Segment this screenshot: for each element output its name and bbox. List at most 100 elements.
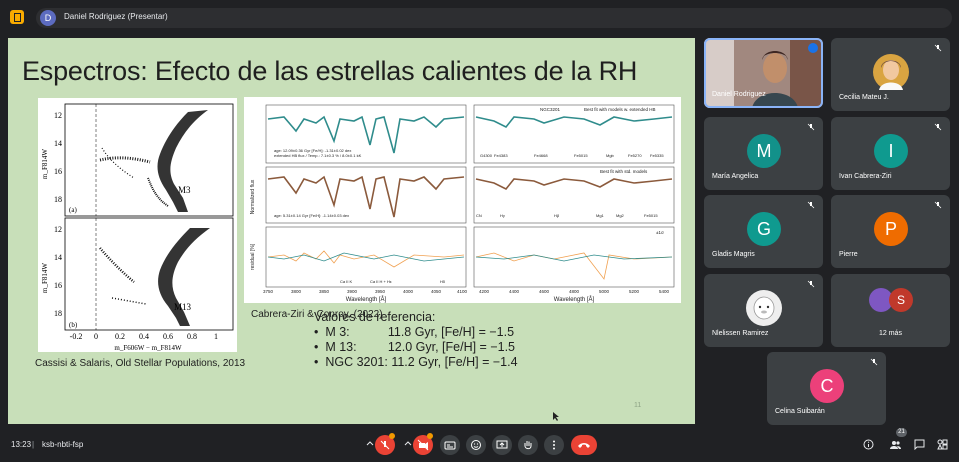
- y-tick: 16: [54, 281, 62, 290]
- camera-options-chevron-icon[interactable]: [404, 440, 412, 448]
- more-participants-label: 12 más: [879, 330, 902, 337]
- caption-left: Cassisi & Salaris, Old Stellar Populatio…: [35, 358, 246, 369]
- activities-icon[interactable]: [937, 439, 948, 450]
- x-tick: 0.6: [163, 332, 173, 341]
- leave-call-button[interactable]: [571, 435, 597, 455]
- participant-tile-cecilia[interactable]: Cecilia Mateu J.: [831, 38, 950, 111]
- hand-icon: [524, 441, 532, 450]
- top-bar: D Daniel Rodriguez (Presentar): [0, 0, 959, 34]
- legend-sigma: ±1σ: [656, 230, 664, 235]
- participant-tile-gladis[interactable]: G Gladis Magris: [704, 195, 823, 268]
- participant-name: María Angelica: [712, 173, 759, 180]
- x-tick: 1: [214, 332, 218, 341]
- line-label: Hγ: [500, 213, 505, 218]
- x-tick: 3950: [375, 289, 386, 294]
- captions-icon: [444, 441, 456, 450]
- x-tick: 0.4: [139, 332, 149, 341]
- present-icon: [496, 440, 508, 449]
- x-tick: 3800: [291, 289, 302, 294]
- line-label: CN: [476, 213, 482, 218]
- line-label: Fe5335: [650, 153, 664, 158]
- x-tick: 0.2: [115, 332, 125, 341]
- panel-b-cluster-name: M13: [174, 302, 192, 312]
- participant-name: Gladis Magris: [712, 251, 755, 258]
- avatar-photo: [746, 290, 782, 326]
- mic-off-icon: [380, 440, 390, 450]
- mic-off-icon: [934, 123, 942, 131]
- mic-off-icon: [807, 280, 815, 288]
- participant-tile-nlelissen[interactable]: Nlelissen Ramirez: [704, 274, 823, 347]
- ref-text: M 3: 11.8 Gyr, [Fe/H] = −1.5: [325, 325, 515, 339]
- x-tick: 5000: [599, 289, 610, 294]
- reference-values: Valores de referencia: • M 3: 11.8 Gyr, …: [314, 310, 518, 370]
- participant-name: Cecilia Mateu J.: [839, 94, 889, 101]
- y-tick: 14: [54, 139, 62, 148]
- participant-tile-maria[interactable]: M María Angelica: [704, 117, 823, 190]
- participant-tile-celina[interactable]: C Celina Suibarán: [767, 352, 886, 425]
- participant-tile-more[interactable]: S 12 más: [831, 274, 950, 347]
- participant-name: Ivan Cabrera-Ziri: [839, 173, 892, 180]
- warning-badge-icon: [427, 433, 433, 439]
- more-options-button[interactable]: [544, 435, 564, 455]
- participant-name: Nlelissen Ramirez: [712, 330, 769, 337]
- ylabel-bottom: residual [%]: [250, 243, 256, 270]
- x-tick: 0: [94, 332, 98, 341]
- x-tick: 5400: [659, 289, 670, 294]
- reactions-button[interactable]: [466, 435, 486, 455]
- mic-off-icon: [934, 44, 942, 52]
- cmd-y-label: m_F814W: [41, 149, 49, 179]
- shared-slide: Espectros: Efecto de las estrellas calie…: [8, 38, 695, 424]
- line-label: Fe4383: [494, 153, 508, 158]
- ref-text: NGC 3201: 11.2 Gyr, [Fe/H] = −1.4: [325, 355, 518, 369]
- cmd-plot: M3 M13 (a) (b) 12 14 16 18 12 14 16 18 -…: [41, 103, 234, 352]
- line-label: Fe5270: [628, 153, 642, 158]
- participant-tile-ivan[interactable]: I Ivan Cabrera-Ziri: [831, 117, 950, 190]
- participant-name: Celina Suibarán: [775, 408, 825, 415]
- x-tick: 4000: [403, 289, 414, 294]
- line-label: Mgb: [606, 153, 615, 158]
- fit-text-1b: extended HB flux / Temp.: 7.1±0.3 % / 8.…: [274, 153, 362, 158]
- clock: 13:23: [11, 440, 32, 449]
- chat-icon[interactable]: [914, 439, 925, 450]
- meeting-code: ksb-nbti-fsp: [42, 440, 84, 449]
- fit-text-2: age: 5.31±0.14 Gyr [Fe/H]: -1.14±0.03 de…: [274, 213, 349, 218]
- refs-title: Valores de referencia:: [314, 310, 436, 324]
- mic-off-icon: [807, 123, 815, 131]
- resid-label: Ca II H + Hε: [370, 279, 392, 284]
- mouse-cursor-icon: [553, 412, 559, 421]
- participant-tile-pierre[interactable]: P Pierre: [831, 195, 950, 268]
- captions-button[interactable]: [440, 435, 460, 455]
- camera-off-icon: [417, 439, 429, 451]
- mic-off-icon: [934, 201, 942, 209]
- resid-label: Ca II K: [340, 279, 353, 284]
- presenter-chip[interactable]: D Daniel Rodriguez (Presentar): [36, 8, 952, 28]
- x-tick: 5200: [629, 289, 640, 294]
- y-tick: 18: [54, 309, 62, 318]
- resid-label: Hδ: [440, 279, 446, 284]
- mic-off-icon: [870, 358, 878, 366]
- x-tick: 4800: [569, 289, 580, 294]
- avatar: M: [747, 134, 781, 168]
- present-screen-button[interactable]: [492, 435, 512, 455]
- legend-1: NGC3201: [540, 107, 561, 112]
- hang-up-icon: [578, 443, 590, 448]
- raise-hand-button[interactable]: [518, 435, 538, 455]
- x-tick: 4100: [457, 289, 468, 294]
- app-logo-icon: [10, 10, 24, 24]
- people-icon[interactable]: [890, 439, 901, 450]
- x-tick: -0.2: [70, 332, 83, 341]
- x-tick: 4050: [431, 289, 442, 294]
- y-tick: 12: [54, 225, 62, 234]
- info-icon[interactable]: [863, 439, 874, 450]
- line-label: Mg1: [596, 213, 605, 218]
- x-tick: 0.8: [187, 332, 197, 341]
- legend-3: Best fit with std. models: [600, 169, 648, 174]
- participant-tile-daniel[interactable]: Daniel Rodriguez: [704, 38, 823, 108]
- y-tick: 18: [54, 195, 62, 204]
- panel-a-cluster-name: M3: [178, 185, 191, 195]
- line-label: Mg2: [616, 213, 625, 218]
- people-count-badge: 21: [896, 428, 907, 437]
- cmd-figure: M3 M13 (a) (b) 12 14 16 18 12 14 16 18 -…: [38, 98, 237, 352]
- mic-options-chevron-icon[interactable]: [366, 440, 374, 448]
- x-tick: 3750: [263, 289, 274, 294]
